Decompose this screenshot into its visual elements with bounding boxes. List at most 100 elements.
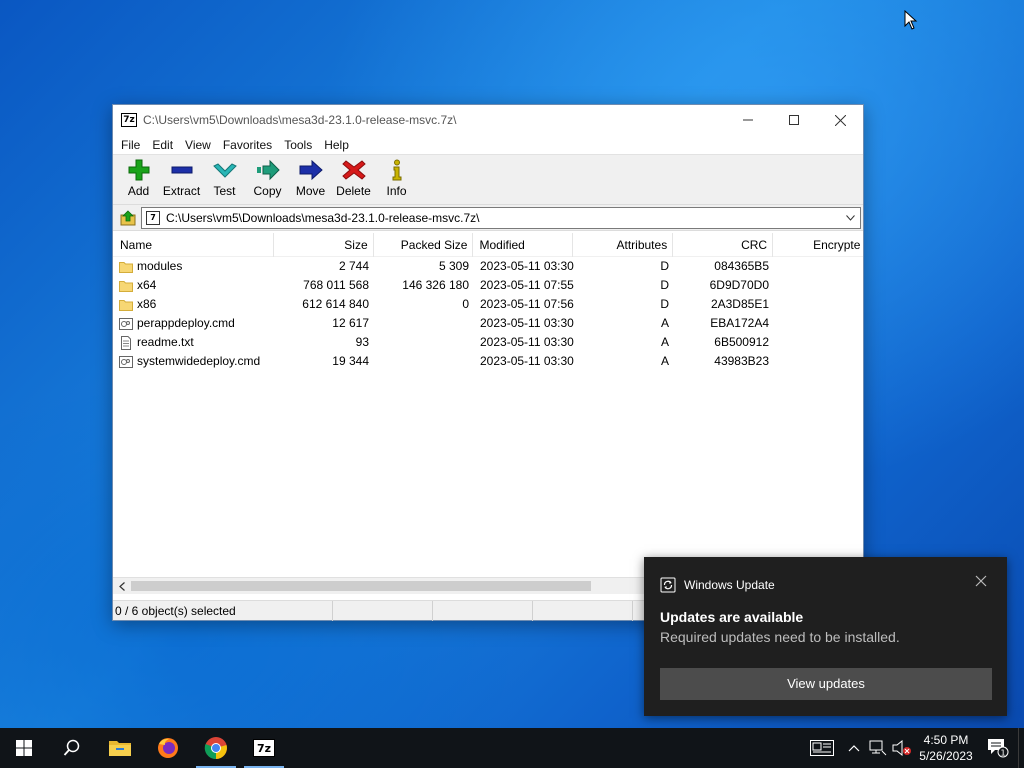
column-packed-size[interactable]: Packed Size [374, 233, 474, 257]
cmd-file-icon [119, 317, 133, 330]
archive-icon: 7 [146, 210, 160, 225]
search-icon [63, 739, 80, 756]
plus-icon [128, 159, 149, 181]
info-icon [392, 159, 401, 181]
clock[interactable]: 4:50 PM 5/26/2023 [914, 732, 978, 764]
notification-icon: 1 [988, 739, 1009, 758]
text-file-icon [121, 335, 131, 350]
check-icon [212, 163, 237, 178]
action-center-button[interactable]: 1 [978, 728, 1018, 768]
show-hidden-icons-button[interactable] [842, 728, 866, 768]
news-widget-button[interactable] [802, 728, 842, 768]
cmd-file-icon [119, 355, 133, 368]
menu-tools[interactable]: Tools [278, 138, 318, 152]
volume-button[interactable] [890, 728, 914, 768]
move-button[interactable]: Move [289, 155, 332, 203]
notification-count: 1 [1000, 749, 1005, 758]
chevron-up-icon [848, 745, 860, 752]
clock-time: 4:50 PM [923, 733, 969, 747]
title-bar[interactable]: 7z C:\Users\vm5\Downloads\mesa3d-23.1.0-… [113, 105, 863, 135]
file-list[interactable]: Name Size Packed Size Modified Attribute… [113, 233, 863, 577]
column-size[interactable]: Size [274, 233, 374, 257]
file-explorer-icon [109, 741, 131, 756]
file-row-readme[interactable]: readme.txt 93 2023-05-11 03:30 A 6B50091… [113, 333, 863, 352]
folder-icon [119, 280, 133, 292]
menu-bar: File Edit View Favorites Tools Help [113, 135, 863, 155]
show-desktop-button[interactable] [1018, 728, 1024, 768]
notification-close-icon[interactable] [975, 575, 987, 587]
notification-app-name: Windows Update [684, 578, 775, 592]
close-button[interactable] [817, 105, 863, 135]
windows-update-icon [660, 577, 676, 593]
window-title: C:\Users\vm5\Downloads\mesa3d-23.1.0-rel… [143, 113, 457, 127]
view-updates-button[interactable]: View updates [660, 668, 992, 700]
start-windows-icon [16, 740, 32, 756]
clock-date: 5/26/2023 [919, 749, 973, 763]
close-icon [834, 114, 846, 126]
info-button[interactable]: Info [375, 155, 418, 203]
folder-icon [119, 299, 133, 311]
menu-favorites[interactable]: Favorites [217, 138, 278, 152]
maximize-button[interactable] [771, 105, 817, 135]
maximize-icon [789, 115, 799, 125]
notification-title: Updates are available [660, 609, 804, 625]
start-button[interactable] [0, 728, 48, 768]
chrome-icon [204, 737, 227, 760]
file-row-x64[interactable]: x64 768 011 568 146 326 180 2023-05-11 0… [113, 276, 863, 295]
selection-status: 0 / 6 object(s) selected [113, 600, 333, 621]
column-modified[interactable]: Modified [473, 233, 574, 257]
menu-help[interactable]: Help [318, 138, 355, 152]
move-arrow-icon [299, 159, 323, 181]
network-icon [869, 740, 887, 756]
network-button[interactable] [866, 728, 890, 768]
scroll-left-button[interactable] [115, 578, 129, 594]
7zip-window: 7z C:\Users\vm5\Downloads\mesa3d-23.1.0-… [112, 104, 864, 621]
add-button[interactable]: Add [117, 155, 160, 203]
test-button[interactable]: Test [203, 155, 246, 203]
address-bar: 7 C:\Users\vm5\Downloads\mesa3d-23.1.0-r… [113, 205, 863, 231]
7zip-icon: 7z [253, 739, 275, 757]
column-header-row: Name Size Packed Size Modified Attribute… [113, 233, 863, 257]
up-folder-button[interactable] [115, 207, 141, 229]
file-row-modules[interactable]: modules 2 744 5 309 2023-05-11 03:30 D 0… [113, 257, 863, 276]
firefox-taskbar-button[interactable] [144, 728, 192, 768]
copy-arrow-icon [256, 159, 280, 181]
column-crc[interactable]: CRC [673, 233, 774, 257]
status-segment-4 [533, 600, 633, 621]
toolbar: Add Extract Test Copy Move Delete Info [113, 155, 863, 205]
7zip-app-icon: 7z [121, 113, 137, 127]
scrollbar-thumb[interactable] [131, 581, 591, 591]
menu-edit[interactable]: Edit [146, 138, 179, 152]
folder-icon [119, 261, 133, 273]
chevron-down-icon [845, 214, 855, 221]
system-tray: 4:50 PM 5/26/2023 1 [802, 728, 1024, 768]
volume-muted-icon [892, 740, 911, 756]
status-segment-3 [433, 600, 533, 621]
file-row-x86[interactable]: x86 612 614 840 0 2023-05-11 07:56 D 2A3… [113, 295, 863, 314]
chevron-left-icon [119, 581, 125, 591]
file-row-systemwidedeploy[interactable]: systemwidedeploy.cmd 19 344 2023-05-11 0… [113, 352, 863, 371]
copy-button[interactable]: Copy [246, 155, 289, 203]
address-input[interactable]: 7 C:\Users\vm5\Downloads\mesa3d-23.1.0-r… [141, 206, 861, 229]
taskbar: 7z 4:50 PM 5/26/2023 1 [0, 728, 1024, 768]
minus-icon [171, 166, 192, 174]
chrome-taskbar-button[interactable] [192, 728, 240, 768]
column-attributes[interactable]: Attributes [573, 233, 674, 257]
file-explorer-taskbar-button[interactable] [96, 728, 144, 768]
menu-view[interactable]: View [179, 138, 217, 152]
address-dropdown-button[interactable] [844, 211, 856, 225]
file-row-perappdeploy[interactable]: perappdeploy.cmd 12 617 2023-05-11 03:30… [113, 314, 863, 333]
7zip-taskbar-button[interactable]: 7z [240, 728, 288, 768]
svg-text:7z: 7z [257, 742, 271, 755]
column-name[interactable]: Name [113, 233, 274, 257]
extract-button[interactable]: Extract [160, 155, 203, 203]
column-encrypted[interactable]: Encrypte [773, 233, 863, 257]
firefox-icon [158, 738, 178, 758]
status-segment-2 [333, 600, 433, 621]
search-button[interactable] [48, 728, 96, 768]
menu-file[interactable]: File [115, 138, 146, 152]
minimize-button[interactable] [725, 105, 771, 135]
minimize-icon [743, 119, 753, 121]
delete-button[interactable]: Delete [332, 155, 375, 203]
windows-update-notification[interactable]: Windows Update Updates are available Req… [644, 557, 1007, 716]
